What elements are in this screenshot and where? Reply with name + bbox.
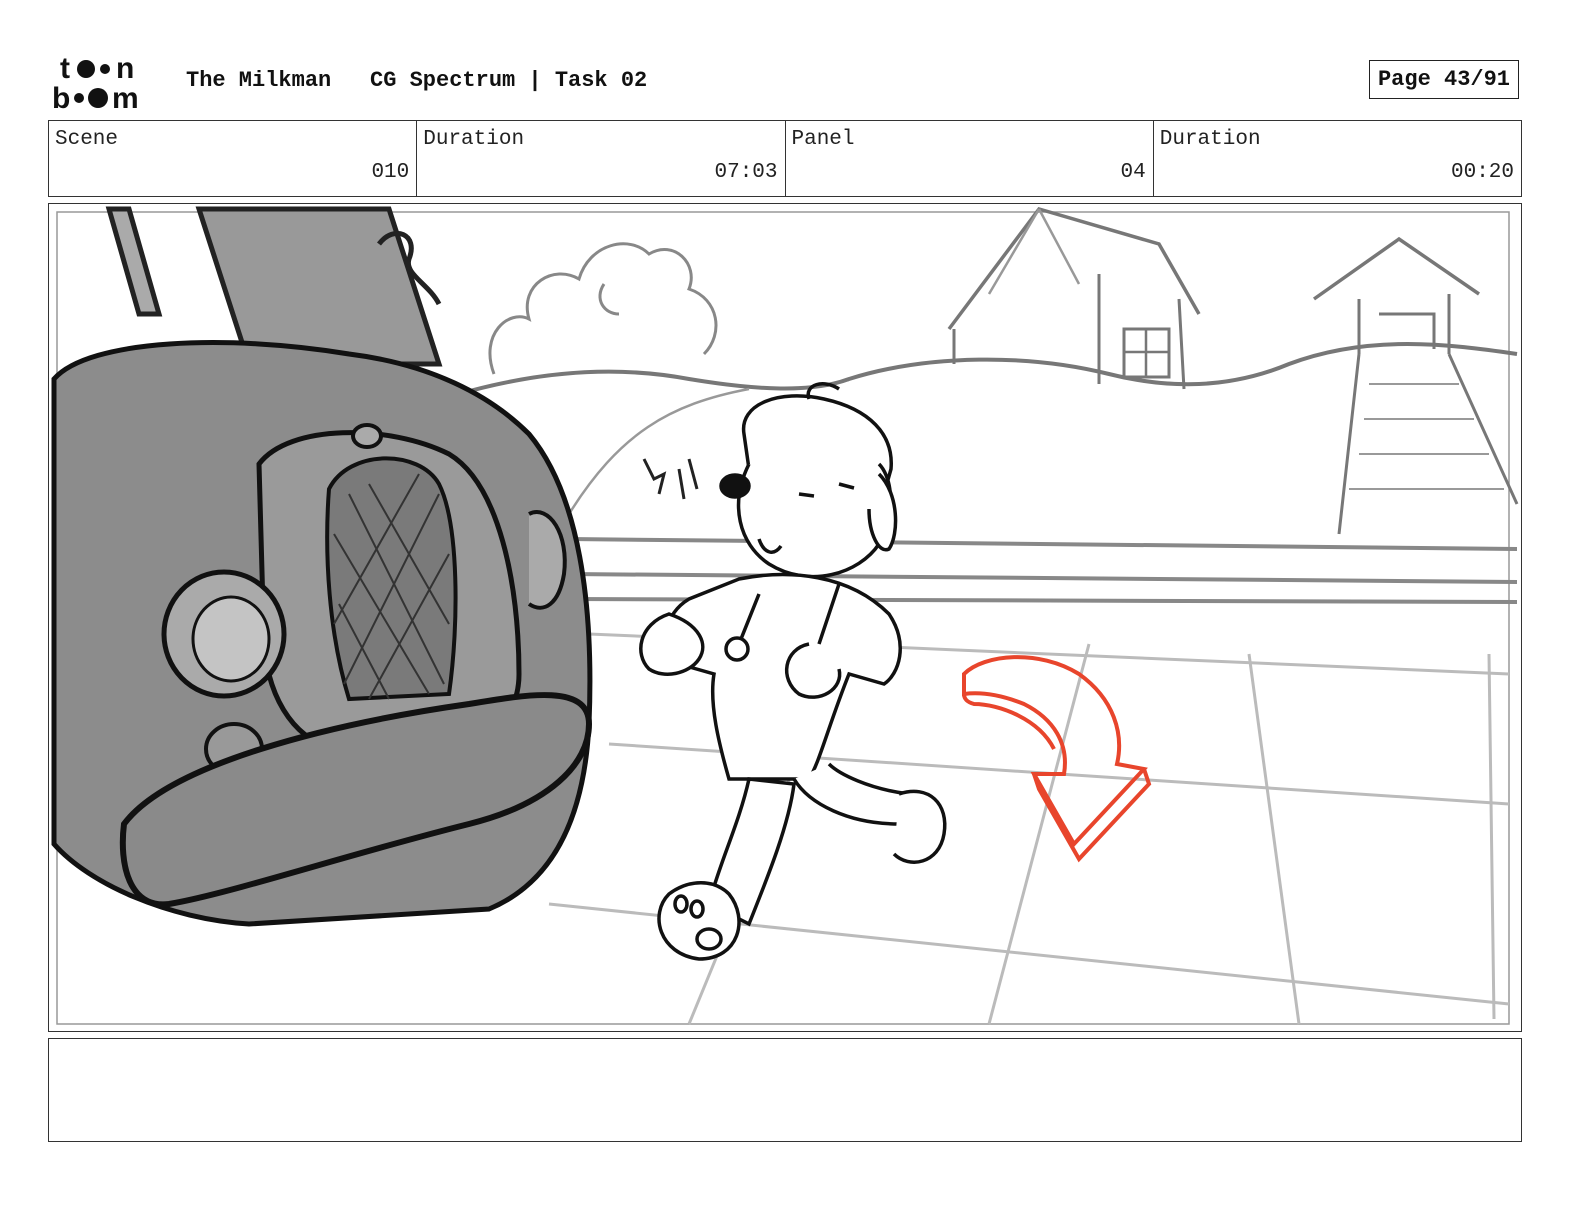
scene-duration-value: 07:03: [714, 161, 778, 184]
project-title: The Milkman: [186, 68, 332, 93]
house-walls: [952, 274, 1186, 390]
hill-slope: [567, 387, 750, 515]
tower-roof: [1312, 236, 1480, 301]
music-notes: [642, 458, 699, 500]
panel-duration-label: Duration: [1159, 128, 1261, 151]
task-title: CG Spectrum | Task 02: [370, 68, 648, 93]
page-counter: Page 43/91: [1369, 60, 1519, 99]
panel-info-row: Scene 010 Duration 07:03 Panel 04 Durati…: [48, 120, 1522, 197]
svg-text:b: b: [52, 82, 70, 112]
tree-outline: [488, 242, 718, 375]
scene-duration-cell: Duration 07:03: [417, 121, 786, 196]
tree-detail: [598, 283, 620, 316]
scene-value: 010: [371, 161, 410, 184]
direction-arrow: [962, 655, 1152, 863]
scene-label: Scene: [55, 128, 119, 151]
house-roof-detail: [987, 208, 1081, 295]
panel-cell: Panel 04: [786, 121, 1154, 196]
milkman-dog-character: [639, 382, 947, 961]
panel-value: 04: [1120, 161, 1146, 184]
truck: [51, 206, 593, 927]
tower-body: [1337, 294, 1519, 535]
panel-duration-value: 00:20: [1450, 161, 1514, 184]
svg-text:t: t: [60, 52, 70, 85]
house-window-panes: [1124, 329, 1169, 377]
panel-drawing: [51, 206, 1519, 1025]
panel-notes-box[interactable]: [48, 1038, 1522, 1142]
scene-cell: Scene 010: [49, 121, 418, 196]
svg-text:m: m: [112, 82, 139, 112]
house-roof: [947, 206, 1201, 331]
toon-boom-logo: t n b m: [52, 52, 139, 112]
svg-text:n: n: [116, 52, 134, 85]
panel-label: Panel: [791, 128, 855, 151]
tower-lines: [1349, 383, 1504, 490]
scene-duration-label: Duration: [423, 128, 525, 151]
page-header: t n b m The Milkman CG Spectrum | Task 0…: [0, 0, 1584, 118]
panel-duration-cell: Duration 00:20: [1154, 121, 1521, 196]
storyboard-panel: [48, 203, 1522, 1032]
